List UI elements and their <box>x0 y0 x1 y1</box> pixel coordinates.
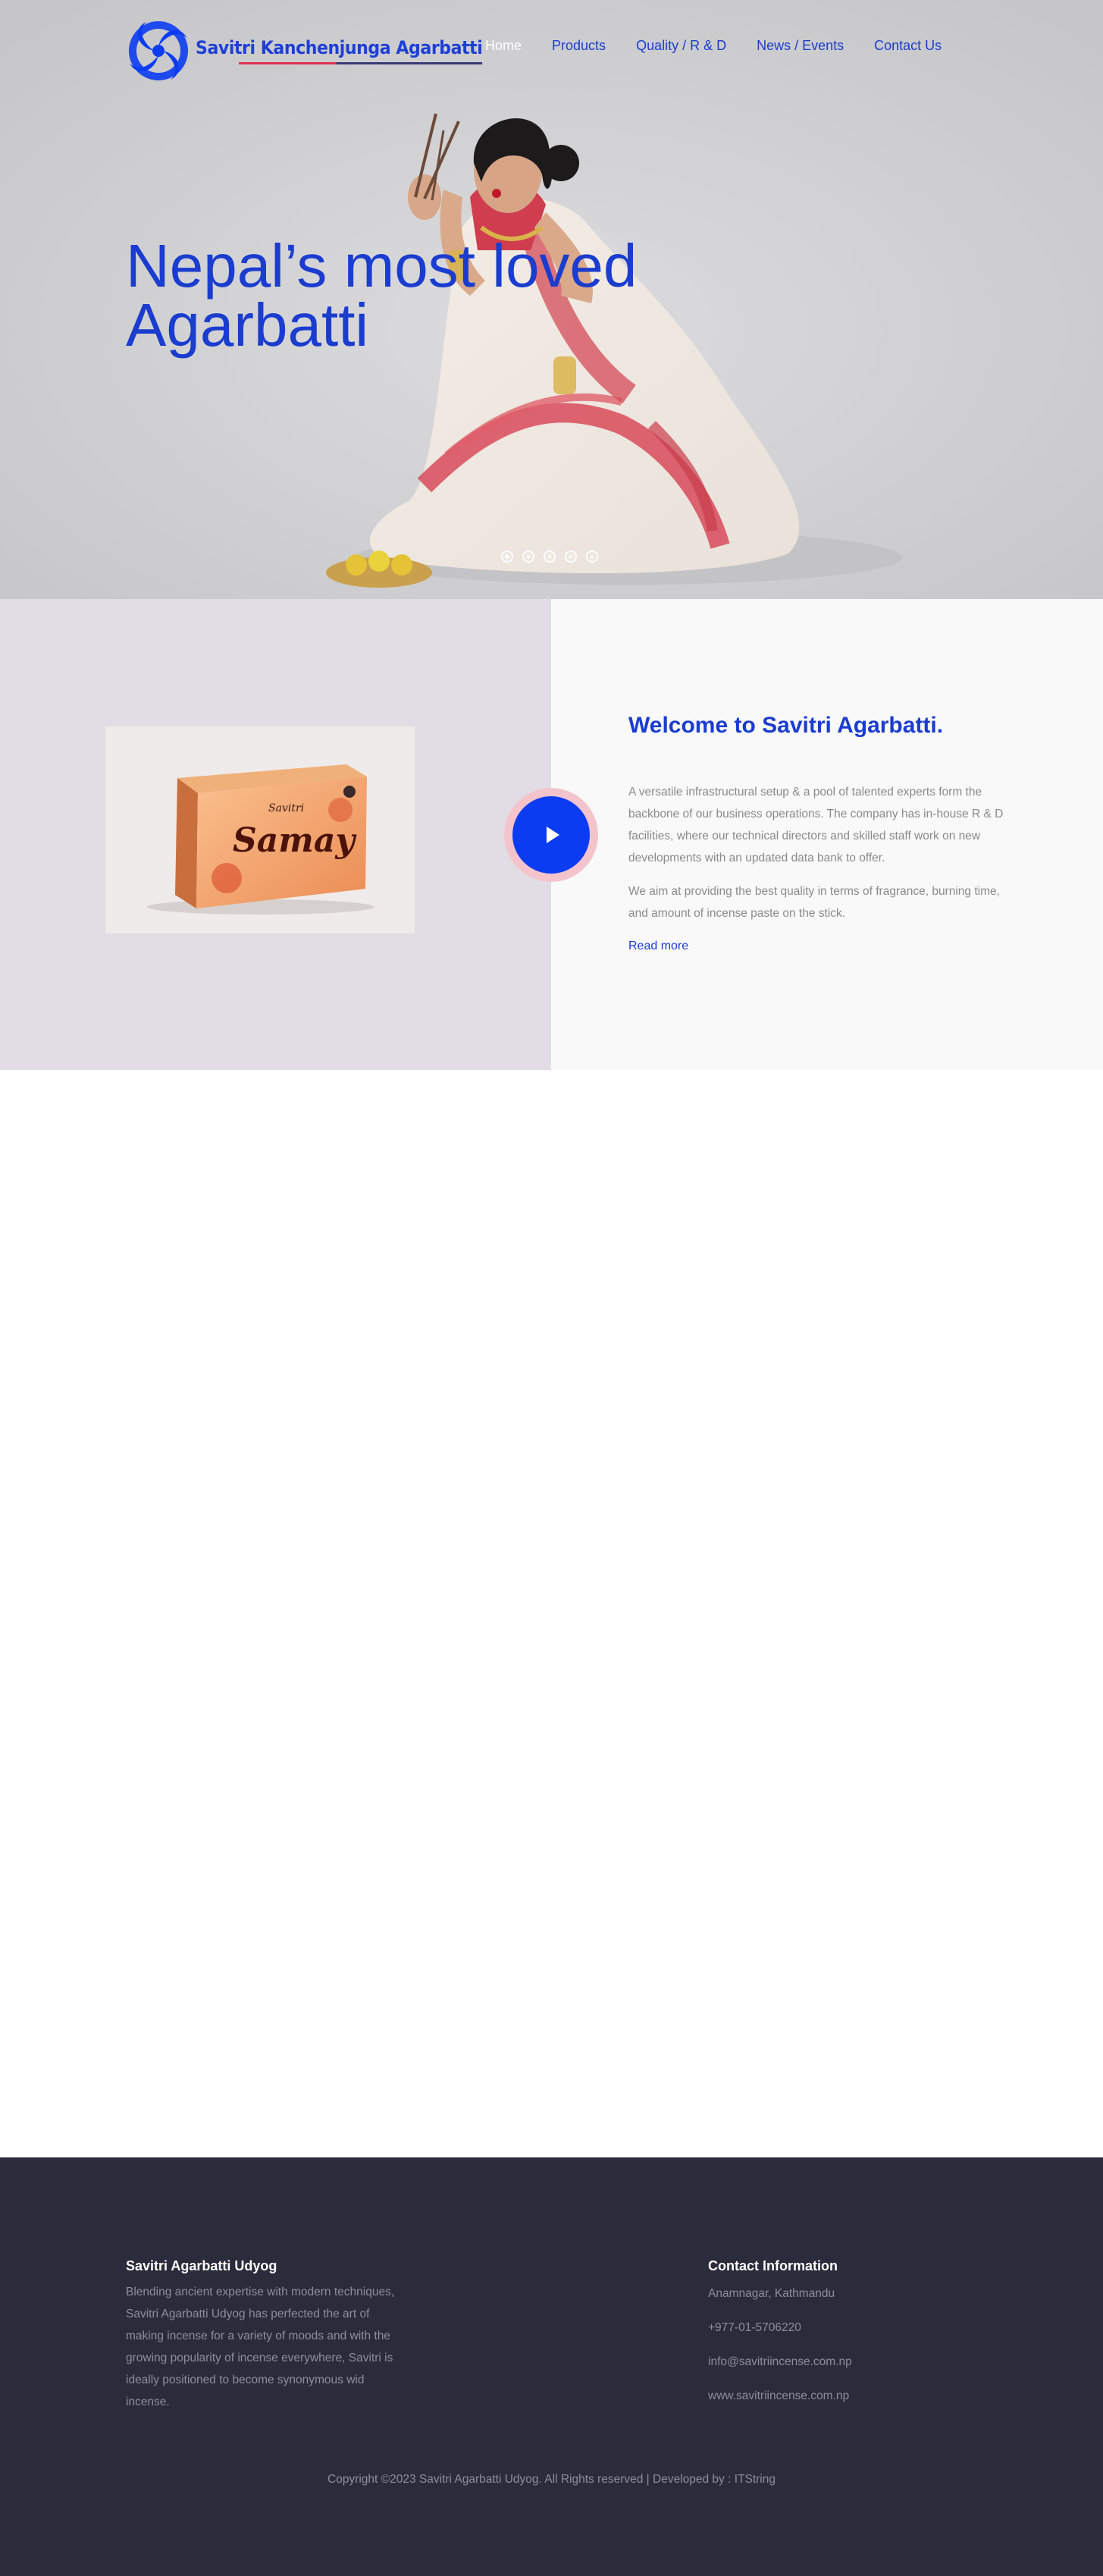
read-more-link[interactable]: Read more <box>628 940 688 953</box>
slider-dot-3[interactable] <box>544 551 556 563</box>
product-image: Savitri Samay <box>105 726 415 933</box>
logo-text-label: Savitri Kanchenjunga Agarbatti <box>196 37 483 58</box>
slider-dot-1[interactable] <box>501 551 513 563</box>
nav-quality-rd[interactable]: Quality / R & D <box>636 38 726 54</box>
play-icon <box>547 827 559 843</box>
play-button-circle <box>512 796 590 874</box>
product-name-label: Samay <box>233 821 357 860</box>
hero-title: Nepal’s most loved Agarbatti <box>126 236 672 356</box>
slider-dot-5[interactable] <box>586 551 598 563</box>
footer-phone[interactable]: +977-01-5706220 <box>708 2321 801 2335</box>
welcome-paragraph-2: We aim at providing the best quality in … <box>628 885 1000 920</box>
nav-contact-us[interactable]: Contact Us <box>874 38 942 54</box>
footer-about-text: Blending ancient expertise with modern t… <box>126 2286 395 2408</box>
hero-title-line1: Nepal’s most loved <box>126 232 638 300</box>
footer-website[interactable]: www.savitriincense.com.np <box>708 2389 849 2403</box>
logo-swirl-icon <box>129 21 188 80</box>
welcome-title: Welcome to Savitri Agarbatti. <box>628 713 944 738</box>
footer-about-title: Savitri Agarbatti Udyog <box>126 2258 277 2273</box>
product-brand-label: Savitri <box>268 802 304 814</box>
footer-email[interactable]: info@savitriincense.com.np <box>708 2355 852 2369</box>
site-logo[interactable]: Savitri Kanchenjunga Agarbatti <box>126 17 507 85</box>
footer-contact-title: Contact Information <box>708 2258 838 2273</box>
hero-title-line2: Agarbatti <box>126 291 369 359</box>
slider-dot-2[interactable] <box>522 551 534 563</box>
footer-address: Anamnagar, Kathmandu <box>708 2287 835 2300</box>
footer-copyright: Copyright ©2023 Savitri Agarbatti Udyog.… <box>327 2473 776 2486</box>
video-play-button[interactable] <box>504 788 598 882</box>
nav-home[interactable]: Home <box>485 38 522 54</box>
logo-underline <box>239 62 483 64</box>
main-nav: Home Products Quality / R & D News / Eve… <box>485 38 972 54</box>
nav-products[interactable]: Products <box>552 38 606 54</box>
slider-pagination <box>501 551 598 563</box>
slider-dot-4[interactable] <box>565 551 577 563</box>
incense-box-illustration: Savitri Samay <box>105 726 415 933</box>
welcome-paragraph-1: A versatile infrastructural setup & a po… <box>628 786 1004 864</box>
logo-text: Savitri Kanchenjunga Agarbatti <box>196 37 483 64</box>
nav-news-events[interactable]: News / Events <box>757 38 844 54</box>
hero-slider: Savitri Kanchenjunga Agarbatti Home Prod… <box>0 0 1103 599</box>
